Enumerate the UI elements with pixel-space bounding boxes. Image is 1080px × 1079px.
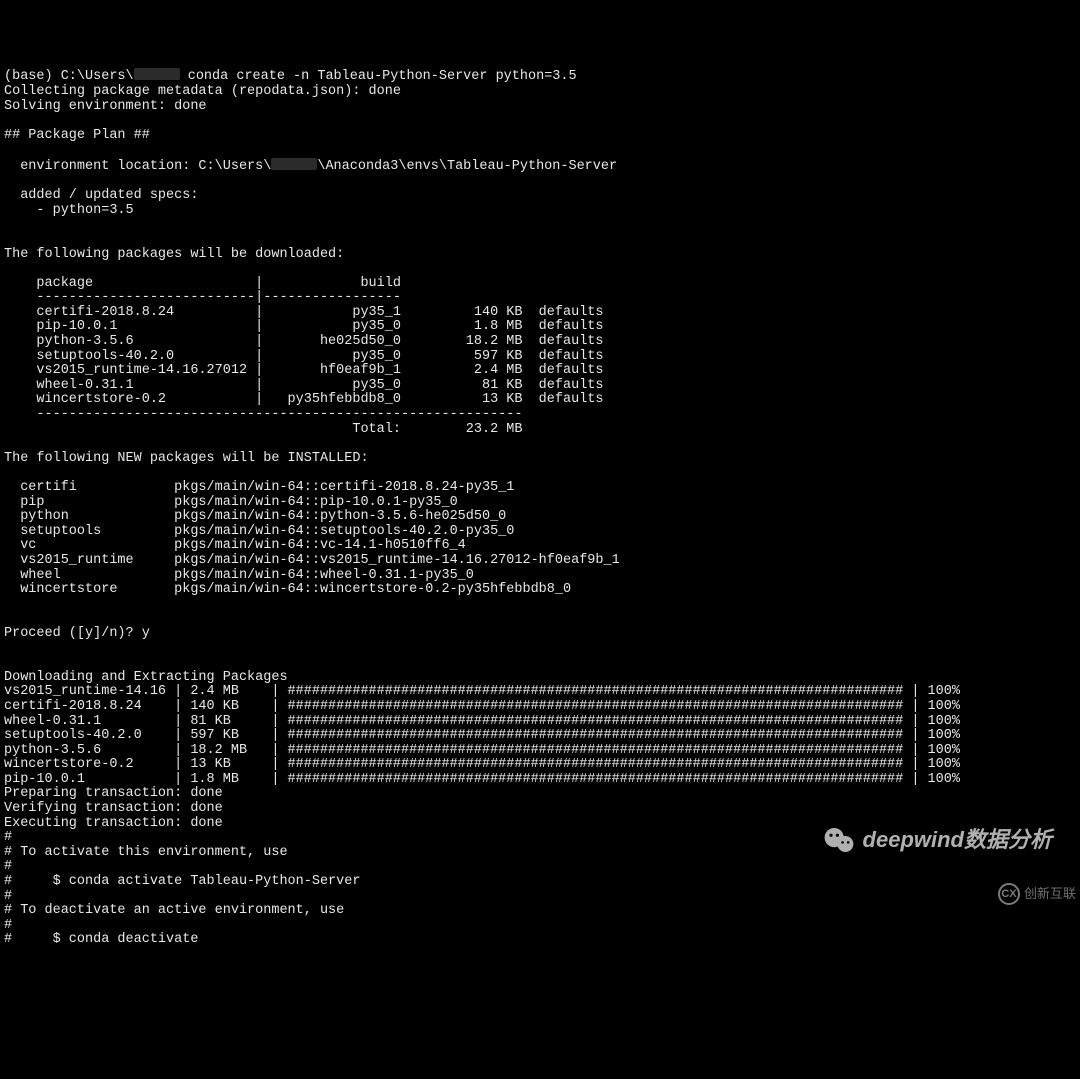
wechat-text: deepwind数据分析	[863, 833, 1052, 848]
dl-total: Total: 23.2 MB	[4, 422, 522, 437]
extract-row: python-3.5.6 | 18.2 MB | ###############…	[4, 743, 960, 758]
extract-row: vs2015_runtime-14.16 | 2.4 MB | ########…	[4, 684, 960, 699]
extract-row: wincertstore-0.2 | 13 KB | #############…	[4, 757, 960, 772]
hint-line: #	[4, 859, 12, 874]
new-row: certifi pkgs/main/win-64::certifi-2018.8…	[4, 480, 514, 495]
env-loc-label: environment location: C:\Users\	[4, 159, 271, 174]
dl-separator: ---------------------------|------------…	[4, 290, 401, 305]
plan-header: ## Package Plan ##	[4, 128, 150, 143]
dl-separator-bottom: ----------------------------------------…	[4, 407, 522, 422]
wechat-icon	[798, 811, 854, 869]
wechat-watermark: deepwind数据分析	[798, 811, 1052, 869]
proceed-prompt: Proceed ([y]/n)? y	[4, 626, 150, 641]
hint-line: # To activate this environment, use	[4, 845, 288, 860]
hint-line: # To deactivate an active environment, u…	[4, 903, 344, 918]
hint-line: # $ conda deactivate	[4, 932, 198, 947]
new-row: python pkgs/main/win-64::python-3.5.6-he…	[4, 509, 506, 524]
corner-watermark: CX 创新互联	[998, 883, 1076, 905]
dl-row: pip-10.0.1 | py35_0 1.8 MB defaults	[4, 319, 604, 334]
extract-row: certifi-2018.8.24 | 140 KB | ###########…	[4, 699, 960, 714]
collecting-line: Collecting package metadata (repodata.js…	[4, 84, 401, 99]
hint-line: # $ conda activate Tableau-Python-Server	[4, 874, 360, 889]
new-row: wheel pkgs/main/win-64::wheel-0.31.1-py3…	[4, 568, 474, 583]
prompt-prefix: (base) C:\Users\	[4, 69, 134, 84]
new-row: wincertstore pkgs/main/win-64::wincertst…	[4, 582, 571, 597]
download-header: The following packages will be downloade…	[4, 247, 344, 262]
hint-line: #	[4, 830, 12, 845]
new-row: vc pkgs/main/win-64::vc-14.1-h0510ff6_4	[4, 538, 466, 553]
hint-line: #	[4, 918, 12, 933]
dl-row: python-3.5.6 | he025d50_0 18.2 MB defaul…	[4, 334, 604, 349]
extract-row: setuptools-40.2.0 | 597 KB | ###########…	[4, 728, 960, 743]
transaction-line: Verifying transaction: done	[4, 801, 223, 816]
transaction-line: Executing transaction: done	[4, 816, 223, 831]
extract-header: Downloading and Extracting Packages	[4, 670, 288, 685]
env-loc-tail: \Anaconda3\envs\Tableau-Python-Server	[317, 159, 617, 174]
corner-logo-icon: CX	[998, 883, 1020, 905]
new-row: pip pkgs/main/win-64::pip-10.0.1-py35_0	[4, 495, 458, 510]
dl-row: wincertstore-0.2 | py35hfebbdb8_0 13 KB …	[4, 392, 604, 407]
specs-line: - python=3.5	[4, 203, 134, 218]
transaction-line: Preparing transaction: done	[4, 786, 223, 801]
hint-line: #	[4, 889, 12, 904]
new-packages-header: The following NEW packages will be INSTA…	[4, 451, 369, 466]
dl-row: vs2015_runtime-14.16.27012 | hf0eaf9b_1 …	[4, 363, 604, 378]
redacted-user	[271, 158, 317, 170]
specs-header: added / updated specs:	[4, 188, 198, 203]
command-text: conda create -n Tableau-Python-Server py…	[188, 69, 577, 84]
dl-col-header: package | build	[4, 276, 401, 291]
extract-row: pip-10.0.1 | 1.8 MB | ##################…	[4, 772, 960, 787]
solving-line: Solving environment: done	[4, 99, 207, 114]
extract-row: wheel-0.31.1 | 81 KB | #################…	[4, 714, 960, 729]
dl-row: setuptools-40.2.0 | py35_0 597 KB defaul…	[4, 349, 604, 364]
dl-row: wheel-0.31.1 | py35_0 81 KB defaults	[4, 378, 604, 393]
new-row: vs2015_runtime pkgs/main/win-64::vs2015_…	[4, 553, 620, 568]
redacted-user	[134, 68, 180, 80]
new-row: setuptools pkgs/main/win-64::setuptools-…	[4, 524, 514, 539]
corner-text: 创新互联	[1024, 887, 1076, 902]
dl-row: certifi-2018.8.24 | py35_1 140 KB defaul…	[4, 305, 604, 320]
